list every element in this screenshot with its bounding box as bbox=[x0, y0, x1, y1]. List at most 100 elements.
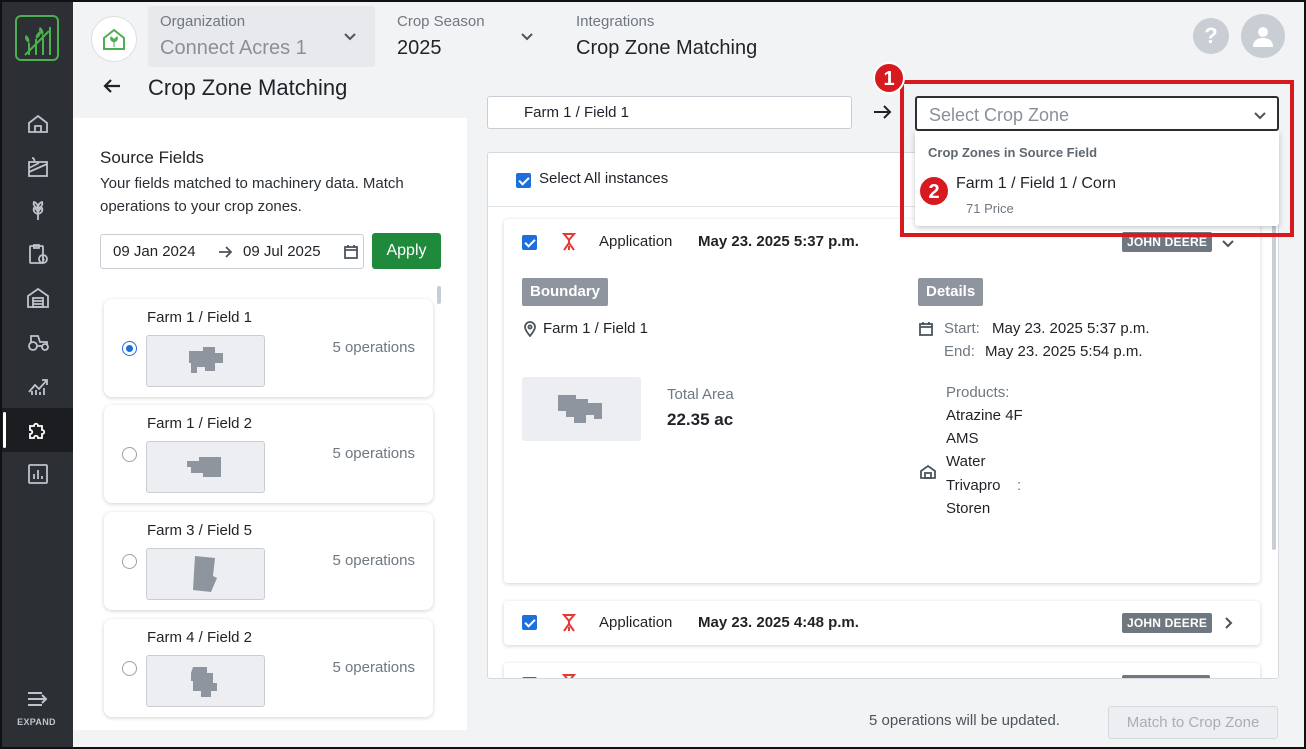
source-field-card[interactable]: Farm 1 / Field 2 5 operations bbox=[104, 405, 433, 503]
product-item: AMS bbox=[946, 430, 979, 447]
fields-icon[interactable] bbox=[24, 153, 52, 181]
reports-icon[interactable] bbox=[24, 460, 52, 488]
scrollbar[interactable] bbox=[437, 286, 441, 304]
arrow-right-icon bbox=[217, 244, 235, 262]
product-item: Trivapro bbox=[946, 477, 1001, 494]
selected-source-field-text: Farm 1 / Field 1 bbox=[524, 104, 630, 121]
field-operations-count: 5 operations bbox=[332, 659, 415, 676]
app-logo[interactable] bbox=[15, 15, 59, 61]
field-boundary-thumbnail bbox=[146, 335, 265, 387]
tasks-icon[interactable] bbox=[24, 240, 52, 268]
boundary-field-name: Farm 1 / Field 1 bbox=[543, 320, 649, 337]
annotation-badge: 2 bbox=[918, 175, 950, 207]
field-boundary-thumbnail bbox=[146, 441, 265, 493]
product-item: Water bbox=[946, 453, 986, 470]
date-range-picker[interactable]: 09 Jan 2024 09 Jul 2025 bbox=[100, 234, 364, 269]
field-radio[interactable] bbox=[122, 661, 137, 676]
chevron-down-icon bbox=[343, 30, 357, 44]
integrations-value: Crop Zone Matching bbox=[576, 37, 758, 59]
warehouse-icon[interactable] bbox=[24, 284, 52, 312]
field-name: Farm 4 / Field 2 bbox=[147, 629, 253, 646]
arrow-right-icon bbox=[872, 102, 894, 124]
operation-checkbox[interactable] bbox=[522, 677, 537, 678]
field-name: Farm 3 / Field 5 bbox=[147, 522, 253, 539]
annotation-highlight-box bbox=[900, 80, 1294, 237]
farm-house-icon bbox=[103, 28, 125, 50]
crop-icon[interactable] bbox=[24, 196, 52, 224]
analytics-icon[interactable] bbox=[24, 372, 52, 400]
operation-date: May 23. 2025 5:37 p.m. bbox=[698, 233, 859, 250]
help-button[interactable]: ? bbox=[1193, 18, 1229, 54]
expand-label: EXPAND bbox=[17, 717, 56, 727]
select-all-label: Select All instances bbox=[539, 170, 669, 187]
organization-value: Connect Acres 1 bbox=[160, 37, 307, 59]
operation-card[interactable]: Application May 23. 2025 4:48 p.m. JOHN … bbox=[504, 601, 1260, 645]
product-item: Atrazine 4F bbox=[946, 407, 1023, 424]
select-all-checkbox[interactable] bbox=[516, 173, 531, 188]
expand-sidebar-button[interactable]: EXPAND bbox=[0, 690, 73, 727]
home-icon[interactable] bbox=[24, 110, 52, 138]
sprayer-icon bbox=[560, 613, 578, 633]
field-name: Farm 1 / Field 1 bbox=[147, 309, 253, 326]
field-radio[interactable] bbox=[122, 341, 137, 356]
provider-badge: JOHN DEERE bbox=[1122, 613, 1213, 633]
end-value: May 23. 2025 5:54 p.m. bbox=[985, 343, 1143, 360]
crop-season-value: 2025 bbox=[397, 37, 442, 59]
crop-season-selector[interactable]: Crop Season 2025 bbox=[393, 6, 543, 67]
field-radio[interactable] bbox=[122, 447, 137, 462]
calendar-icon bbox=[918, 321, 934, 337]
operation-date: May 23. 2025 4:48 p.m. bbox=[698, 614, 859, 631]
apply-button[interactable]: Apply bbox=[372, 233, 441, 269]
chevron-up-icon[interactable] bbox=[1220, 235, 1236, 251]
source-fields-title: Source Fields bbox=[100, 148, 204, 167]
provider-badge bbox=[1122, 675, 1210, 678]
expand-icon bbox=[27, 692, 47, 706]
integrations-icon[interactable] bbox=[24, 416, 52, 444]
operation-checkbox[interactable] bbox=[522, 615, 537, 630]
operation-card: Application May 23. 2025 5:37 p.m. JOHN … bbox=[504, 219, 1260, 583]
page-title: Crop Zone Matching bbox=[148, 75, 348, 100]
operation-type: Application bbox=[599, 233, 673, 250]
boundary-tag: Boundary bbox=[522, 278, 609, 306]
location-pin-icon bbox=[522, 321, 538, 338]
chevron-right-icon[interactable] bbox=[1220, 615, 1236, 631]
organization-selector[interactable]: Organization Connect Acres 1 bbox=[148, 6, 375, 67]
match-to-crop-zone-button[interactable]: Match to Crop Zone bbox=[1108, 706, 1278, 739]
warehouse-icon bbox=[920, 464, 936, 480]
chevron-down-icon bbox=[520, 30, 534, 44]
source-field-card[interactable]: Farm 4 / Field 2 5 operations bbox=[104, 619, 433, 717]
sprayer-icon bbox=[560, 232, 578, 252]
tractor-icon[interactable] bbox=[24, 328, 52, 356]
user-icon bbox=[1253, 27, 1273, 47]
calendar-icon[interactable] bbox=[343, 244, 359, 260]
start-value: May 23. 2025 5:37 p.m. bbox=[992, 320, 1150, 337]
source-field-card[interactable]: Farm 3 / Field 5 5 operations bbox=[104, 512, 433, 610]
sidebar-active-indicator bbox=[3, 412, 6, 448]
organization-label: Organization bbox=[160, 13, 246, 30]
field-operations-count: 5 operations bbox=[332, 552, 415, 569]
chevron-right-icon[interactable] bbox=[1220, 677, 1236, 678]
source-field-card[interactable]: Farm 1 / Field 1 5 operations bbox=[104, 299, 433, 397]
operation-boundary-thumbnail bbox=[522, 377, 641, 441]
field-boundary-thumbnail bbox=[146, 548, 265, 600]
back-button[interactable] bbox=[100, 74, 126, 100]
details-tag: Details bbox=[918, 278, 984, 306]
user-avatar[interactable] bbox=[1241, 14, 1285, 58]
date-from[interactable]: 09 Jan 2024 bbox=[113, 243, 196, 260]
total-area-value: 22.35 ac bbox=[667, 410, 734, 429]
field-name: Farm 1 / Field 2 bbox=[147, 415, 253, 432]
logo-icon bbox=[24, 27, 51, 56]
field-radio[interactable] bbox=[122, 554, 137, 569]
operation-checkbox[interactable] bbox=[522, 235, 537, 250]
top-bar: Organization Connect Acres 1 Crop Season… bbox=[73, 0, 1306, 72]
source-fields-panel: Source Fields Your fields matched to mac… bbox=[73, 118, 467, 730]
organization-avatar bbox=[91, 16, 137, 62]
product-item-suffix: : bbox=[1017, 477, 1022, 494]
product-item: Storen bbox=[946, 500, 991, 517]
operation-card[interactable] bbox=[504, 663, 1260, 678]
date-to[interactable]: 09 Jul 2025 bbox=[243, 243, 321, 260]
selected-source-field: Farm 1 / Field 1 bbox=[487, 96, 852, 129]
arrow-left-icon bbox=[103, 79, 120, 93]
start-label: Start: bbox=[944, 320, 980, 337]
integrations-label: Integrations bbox=[576, 13, 655, 30]
